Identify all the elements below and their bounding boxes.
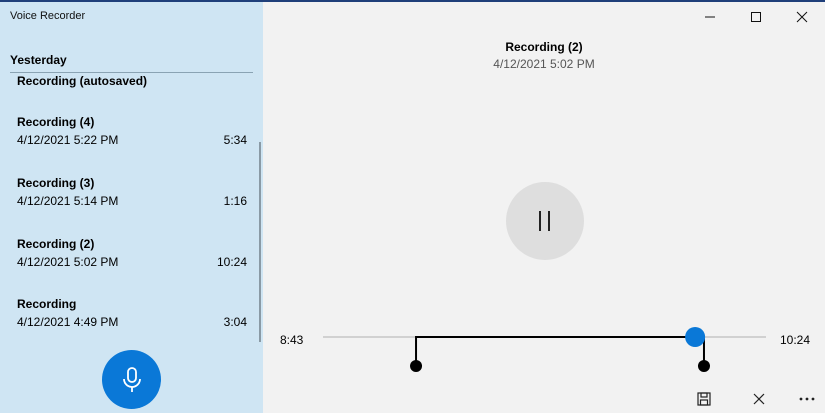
recording-subtitle: 4/12/2021 5:02 PM bbox=[493, 57, 595, 71]
trim-start-handle[interactable] bbox=[410, 360, 423, 372]
cancel-trim-button[interactable] bbox=[744, 386, 774, 412]
recording-title: Recording (2) bbox=[505, 40, 583, 54]
recording-duration: 5:34 bbox=[223, 133, 247, 147]
recording-item[interactable]: Recording (4) 4/12/2021 5:22 PM 5:34 bbox=[0, 115, 258, 171]
recording-item[interactable]: Recording 4/12/2021 4:49 PM 3:04 bbox=[0, 297, 258, 353]
sidebar-scrollbar[interactable] bbox=[259, 142, 261, 342]
close-window-button[interactable] bbox=[779, 2, 825, 32]
maximize-icon bbox=[751, 12, 761, 22]
save-icon bbox=[697, 392, 711, 406]
app-title: Voice Recorder bbox=[10, 10, 86, 22]
recording-date: 4/12/2021 5:14 PM bbox=[17, 194, 119, 208]
recording-duration: 10:24 bbox=[216, 255, 247, 269]
minimize-button[interactable] bbox=[687, 2, 733, 32]
recording-date: 4/12/2021 4:49 PM bbox=[17, 315, 119, 329]
playhead-thumb[interactable] bbox=[685, 327, 706, 347]
close-icon bbox=[753, 393, 765, 405]
recording-date: 4/12/2021 5:02 PM bbox=[17, 255, 119, 269]
microphone-icon bbox=[122, 366, 141, 392]
record-button[interactable] bbox=[102, 350, 161, 409]
recording-duration: 1:16 bbox=[223, 194, 247, 208]
more-options-button[interactable] bbox=[792, 386, 822, 412]
recording-name: Recording bbox=[17, 297, 77, 311]
player-pane: Recording (2) 4/12/2021 5:02 PM 8:43 10:… bbox=[263, 2, 825, 413]
recording-name: Recording (3) bbox=[17, 176, 95, 190]
recording-name: Recording (4) bbox=[17, 115, 95, 129]
section-divider bbox=[10, 72, 253, 73]
maximize-button[interactable] bbox=[733, 2, 779, 32]
total-time: 10:24 bbox=[779, 333, 810, 347]
save-button[interactable] bbox=[689, 386, 719, 412]
pause-button[interactable] bbox=[506, 182, 584, 260]
recording-name: Recording (2) bbox=[17, 237, 95, 251]
recording-item[interactable]: Recording (3) 4/12/2021 5:14 PM 1:16 bbox=[0, 176, 258, 232]
current-time: 8:43 bbox=[280, 333, 304, 347]
pause-icon bbox=[539, 211, 550, 231]
minimize-icon bbox=[705, 16, 715, 18]
window-controls bbox=[687, 2, 825, 32]
section-header-yesterday: Yesterday bbox=[10, 53, 67, 67]
close-icon bbox=[796, 11, 808, 23]
recording-duration: 3:04 bbox=[223, 315, 247, 329]
trim-timeline[interactable] bbox=[323, 322, 768, 382]
more-icon bbox=[799, 397, 815, 401]
recording-item[interactable]: Recording (2) 4/12/2021 5:02 PM 10:24 bbox=[0, 237, 258, 293]
trim-end-handle[interactable] bbox=[697, 360, 710, 372]
recording-item-autosaved[interactable]: Recording (autosaved) bbox=[17, 74, 147, 88]
recording-date: 4/12/2021 5:22 PM bbox=[17, 133, 119, 147]
recordings-sidebar: Voice Recorder Yesterday Recording (auto… bbox=[0, 2, 263, 413]
trim-bracket bbox=[415, 336, 705, 366]
